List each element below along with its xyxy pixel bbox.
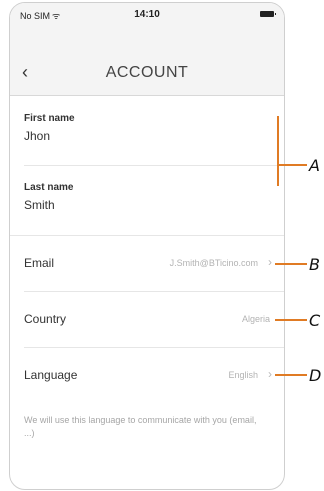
language-row[interactable]: Language English ›	[10, 348, 284, 403]
language-help-text: We will use this language to communicate…	[24, 415, 257, 438]
chevron-right-icon: ›	[268, 367, 272, 381]
last-name-value[interactable]: Smith	[24, 198, 284, 212]
annotation-line-b	[275, 263, 307, 265]
annotation-line-a	[277, 164, 307, 166]
annotation-bracket-a	[277, 116, 279, 186]
last-name-field[interactable]: Last name Smith	[24, 182, 284, 212]
email-row[interactable]: Email J.Smith@BTicino.com ›	[10, 236, 284, 291]
country-value: Algeria	[241, 314, 270, 324]
phone-screen: No SIM ᯤ 14:10 ‹ ACCOUNT First name Jhon …	[9, 2, 285, 490]
annotation-label-a: A	[309, 156, 320, 175]
battery-icon	[260, 11, 276, 17]
annotation-label-c: C	[309, 311, 321, 330]
last-name-label: Last name	[24, 182, 74, 193]
status-time: 14:10	[134, 9, 160, 20]
chevron-right-icon: ›	[268, 255, 272, 269]
language-value: English	[228, 370, 258, 380]
first-name-field[interactable]: First name Jhon	[24, 113, 284, 143]
first-name-value[interactable]: Jhon	[24, 129, 284, 143]
email-label: Email	[24, 256, 55, 270]
first-name-label: First name	[24, 113, 75, 124]
country-label: Country	[24, 312, 67, 326]
email-value: J.Smith@BTicino.com	[169, 258, 258, 268]
language-label: Language	[24, 368, 78, 382]
annotation-line-d	[275, 374, 307, 376]
annotation-label-d: D	[309, 366, 322, 385]
page-title: ACCOUNT	[105, 64, 189, 81]
nav-bar: ‹ ACCOUNT	[10, 27, 284, 96]
country-row[interactable]: Country Algeria	[10, 292, 284, 347]
status-bar: No SIM ᯤ 14:10	[10, 3, 284, 27]
annotation-line-c	[275, 319, 307, 321]
divider	[24, 165, 284, 166]
annotation-label-b: B	[309, 255, 320, 274]
